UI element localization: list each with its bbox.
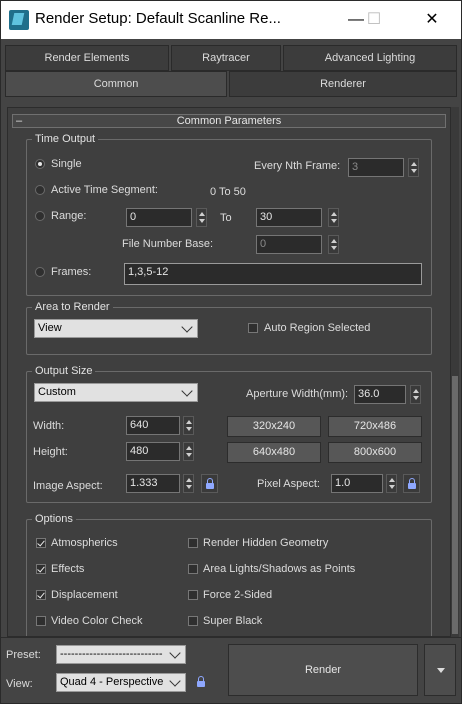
output-size-preset-dropdown[interactable]: Custom (34, 383, 198, 402)
area-lights-shadows-checkbox[interactable] (188, 564, 198, 574)
tab-renderer[interactable]: Renderer (229, 71, 457, 97)
every-nth-frame-spinner-icon[interactable] (408, 158, 419, 177)
pixel-aspect-label: Pixel Aspect: (257, 478, 320, 490)
area-to-render-value: View (38, 322, 62, 334)
caret-down-icon (437, 668, 445, 673)
output-size-title: Output Size (32, 365, 96, 377)
every-nth-frame-input[interactable]: 3 (348, 158, 404, 177)
rollout-collapse-icon[interactable]: – (16, 115, 22, 127)
image-aspect-spinner-icon[interactable] (183, 474, 194, 493)
range-radio[interactable] (35, 211, 45, 221)
render-hidden-geometry-label: Render Hidden Geometry (203, 537, 329, 549)
width-spinner-icon[interactable] (183, 416, 194, 435)
height-input[interactable]: 480 (126, 442, 180, 461)
every-nth-frame-label: Every Nth Frame: (254, 160, 341, 172)
auto-region-selected-label: Auto Region Selected (264, 322, 371, 334)
height-spinner-icon[interactable] (183, 442, 194, 461)
preset-640x480-button[interactable]: 640x480 (227, 442, 321, 463)
aperture-width-input[interactable]: 36.0 (354, 385, 406, 404)
tab-render-elements[interactable]: Render Elements (5, 45, 169, 71)
time-output-title: Time Output (32, 133, 99, 145)
image-aspect-lock-icon[interactable] (201, 474, 218, 493)
super-black-label: Super Black (203, 615, 263, 627)
panel-scrollbar-thumb[interactable] (452, 376, 458, 634)
video-color-check-label: Video Color Check (51, 615, 143, 627)
aperture-width-spinner-icon[interactable] (410, 385, 421, 404)
output-size-preset-value: Custom (38, 386, 76, 398)
range-label: Range: (51, 210, 87, 222)
frames-radio[interactable] (35, 267, 45, 277)
image-aspect-label: Image Aspect: (33, 480, 103, 492)
render-button[interactable]: Render (228, 644, 418, 696)
atmospherics-checkbox[interactable] (36, 538, 46, 548)
maximize-button[interactable]: ☐ (357, 7, 391, 33)
common-parameters-rollout[interactable]: – Common Parameters (12, 114, 446, 128)
effects-checkbox[interactable] (36, 564, 46, 574)
area-lights-shadows-label: Area Lights/Shadows as Points (203, 563, 356, 575)
pixel-aspect-spinner-icon[interactable] (386, 474, 397, 493)
active-time-segment-radio[interactable] (35, 185, 45, 195)
active-time-segment-range: 0 To 50 (210, 186, 246, 198)
displacement-label: Displacement (51, 589, 118, 601)
super-black-checkbox[interactable] (188, 616, 198, 626)
preset-720x486-button[interactable]: 720x486 (328, 416, 422, 437)
app-icon (9, 10, 29, 30)
auto-region-selected-checkbox[interactable] (248, 323, 258, 333)
file-number-base-spinner-icon[interactable] (328, 235, 339, 254)
atmospherics-label: Atmospherics (51, 537, 118, 549)
tab-advanced-lighting[interactable]: Advanced Lighting (283, 45, 457, 71)
options-title: Options (32, 513, 76, 525)
file-number-base-input[interactable]: 0 (256, 235, 322, 254)
effects-label: Effects (51, 563, 85, 575)
tab-common[interactable]: Common (5, 71, 227, 97)
chevron-down-icon (181, 385, 193, 397)
pixel-aspect-lock-icon[interactable] (403, 474, 420, 493)
frames-input[interactable]: 1,3,5-12 (124, 263, 422, 285)
range-to-label: To (220, 212, 232, 224)
render-hidden-geometry-checkbox[interactable] (188, 538, 198, 548)
chevron-down-icon (169, 675, 181, 687)
preset-label: Preset: (6, 649, 41, 661)
aperture-width-label: Aperture Width(mm): (246, 388, 349, 400)
area-to-render-dropdown[interactable]: View (34, 319, 198, 338)
frames-label: Frames: (51, 266, 92, 278)
force-2-sided-checkbox[interactable] (188, 590, 198, 600)
preset-dropdown[interactable]: ---------------------------- (56, 645, 186, 664)
range-from-input[interactable]: 0 (126, 208, 192, 227)
single-label: Single (51, 158, 82, 170)
height-label: Height: (33, 446, 68, 458)
range-to-input[interactable]: 30 (256, 208, 322, 227)
render-options-button[interactable] (424, 644, 456, 696)
render-setup-window: Render Setup: Default Scanline Re... — ☐… (0, 0, 462, 704)
window-title: Render Setup: Default Scanline Re... (35, 10, 281, 27)
image-aspect-input[interactable]: 1.333 (126, 474, 180, 493)
range-to-spinner-icon[interactable] (328, 208, 339, 227)
range-from-spinner-icon[interactable] (196, 208, 207, 227)
view-label: View: (6, 678, 33, 690)
rollout-title: Common Parameters (176, 115, 282, 127)
width-input[interactable]: 640 (126, 416, 180, 435)
active-time-segment-label: Active Time Segment: (51, 184, 158, 196)
title-bar[interactable]: Render Setup: Default Scanline Re... — ☐… (1, 1, 461, 39)
preset-320x240-button[interactable]: 320x240 (227, 416, 321, 437)
video-color-check-checkbox[interactable] (36, 616, 46, 626)
view-dropdown[interactable]: Quad 4 - Perspective (56, 673, 186, 692)
area-to-render-title: Area to Render (32, 301, 113, 313)
view-value: Quad 4 - Perspective (60, 676, 164, 688)
displacement-checkbox[interactable] (36, 590, 46, 600)
tab-raytracer[interactable]: Raytracer (171, 45, 281, 71)
preset-value: ---------------------------- (60, 648, 163, 660)
common-parameters-panel: – Common Parameters Time Output Single E… (7, 107, 451, 637)
file-number-base-label: File Number Base: (122, 238, 214, 250)
chevron-down-icon (181, 321, 193, 333)
view-lock-icon[interactable] (193, 673, 210, 692)
force-2-sided-label: Force 2-Sided (203, 589, 273, 601)
chevron-down-icon (169, 647, 181, 659)
close-button[interactable]: ✕ (415, 7, 449, 33)
single-radio[interactable] (35, 159, 45, 169)
width-label: Width: (33, 420, 65, 432)
preset-800x600-button[interactable]: 800x600 (328, 442, 422, 463)
pixel-aspect-input[interactable]: 1.0 (331, 474, 383, 493)
